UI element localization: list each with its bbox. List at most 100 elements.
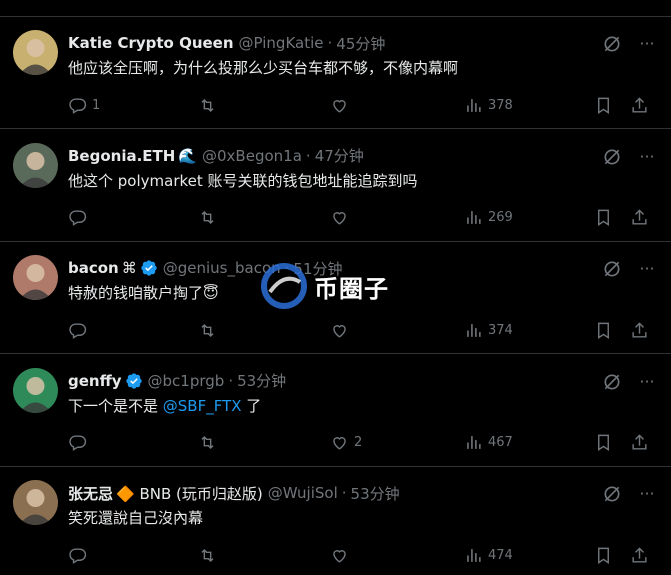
- reply-button[interactable]: [68, 544, 92, 566]
- display-name[interactable]: Begonia.ETH: [68, 147, 175, 165]
- grok-icon[interactable]: [602, 372, 622, 392]
- verified-badge-icon: [125, 372, 143, 390]
- timeline-feed: Katie Crypto Queen @PingKatie · 45分钟 ···…: [0, 0, 671, 575]
- grok-icon[interactable]: [602, 484, 622, 504]
- separator-dot: ·: [341, 484, 347, 502]
- retweet-button[interactable]: [198, 432, 222, 454]
- more-options-icon[interactable]: ···: [637, 484, 657, 504]
- retweet-icon: [201, 98, 214, 112]
- share-button[interactable]: [630, 432, 649, 454]
- grok-icon[interactable]: [602, 147, 622, 167]
- avatar[interactable]: [13, 367, 58, 413]
- tweet-actions: 1 378: [0, 94, 671, 118]
- share-button[interactable]: [630, 319, 649, 341]
- tweet[interactable]: 张无忌 🔶 BNB (玩币归赵版) @WujiSol · 53分钟 ··· 笑死…: [0, 467, 671, 575]
- display-name-extra: 🔶 BNB (玩币归赵版): [116, 484, 263, 503]
- tweet[interactable]: bacon ⌘ @genius_bacon · 51分钟 ··· 特赦的钱咱散户…: [0, 242, 671, 354]
- user-handle[interactable]: @genius_bacon: [163, 259, 281, 277]
- tweet-header: Katie Crypto Queen @PingKatie · 45分钟: [68, 32, 601, 54]
- heart-icon: [333, 212, 346, 225]
- bookmark-icon: [598, 97, 609, 114]
- tweet-text: 他应该全压啊，为什么投那么少买台车都不够，不像内幕啊: [68, 57, 631, 79]
- tweet-text-content: 他这个 polymarket 账号关联的钱包地址能追踪到吗: [68, 171, 418, 190]
- timestamp[interactable]: 45分钟: [336, 33, 385, 54]
- share-icon: [632, 209, 647, 225]
- like-button[interactable]: [330, 544, 354, 566]
- reply-icon: [69, 322, 87, 339]
- views-button[interactable]: 467: [464, 432, 513, 454]
- reply-icon: [69, 547, 87, 564]
- view-count: 467: [488, 435, 513, 450]
- reply-icon: [69, 97, 87, 114]
- timestamp[interactable]: 51分钟: [293, 258, 342, 279]
- share-icon: [632, 321, 647, 338]
- display-name[interactable]: genffy: [68, 372, 122, 390]
- more-options-icon[interactable]: ···: [637, 34, 657, 54]
- retweet-icon: [201, 435, 214, 450]
- retweet-button[interactable]: [198, 207, 222, 229]
- like-button[interactable]: 2: [330, 432, 362, 454]
- avatar[interactable]: [13, 30, 58, 75]
- user-handle[interactable]: @0xBegon1a: [202, 147, 302, 165]
- share-button[interactable]: [630, 207, 649, 229]
- retweet-button[interactable]: [198, 319, 222, 341]
- views-button[interactable]: 374: [464, 319, 513, 341]
- avatar[interactable]: [13, 255, 58, 300]
- grok-icon[interactable]: [602, 259, 622, 279]
- share-icon: [632, 546, 647, 563]
- bookmark-button[interactable]: [594, 207, 613, 229]
- display-name[interactable]: 张无忌: [68, 483, 113, 504]
- avatar[interactable]: [13, 142, 58, 188]
- analytics-icon: [467, 98, 481, 112]
- tweet-text-suffix: 了: [241, 396, 262, 415]
- tweet-header: genffy @bc1prgb · 53分钟: [68, 370, 601, 392]
- more-options-icon[interactable]: ···: [637, 259, 657, 279]
- display-name[interactable]: bacon: [68, 259, 119, 277]
- view-count: 378: [488, 97, 513, 113]
- reply-button[interactable]: [68, 207, 92, 229]
- bookmark-icon: [598, 322, 609, 339]
- views-button[interactable]: 269: [464, 207, 513, 229]
- bookmark-button[interactable]: [594, 544, 613, 566]
- share-button[interactable]: [630, 94, 649, 116]
- bookmark-button[interactable]: [594, 94, 613, 116]
- tweet[interactable]: genffy @bc1prgb · 53分钟 ··· 下一个是不是 @SBF_F…: [0, 355, 671, 467]
- grok-icon[interactable]: [602, 34, 622, 54]
- reply-button[interactable]: [68, 432, 92, 454]
- like-button[interactable]: [330, 207, 354, 229]
- user-handle[interactable]: @WujiSol: [268, 484, 338, 502]
- tweet-text: 下一个是不是 @SBF_FTX 了: [68, 395, 631, 417]
- retweet-button[interactable]: [198, 94, 222, 116]
- separator-dot: ·: [327, 34, 333, 52]
- tweet[interactable]: Katie Crypto Queen @PingKatie · 45分钟 ···…: [0, 17, 671, 129]
- timestamp[interactable]: 47分钟: [315, 145, 364, 166]
- share-icon: [632, 434, 647, 450]
- views-button[interactable]: 474: [464, 544, 513, 566]
- retweet-button[interactable]: [198, 544, 222, 566]
- timestamp[interactable]: 53分钟: [237, 370, 286, 391]
- tweet-header: bacon ⌘ @genius_bacon · 51分钟: [68, 257, 601, 279]
- view-count: 374: [488, 322, 513, 338]
- reply-button[interactable]: [68, 319, 92, 341]
- analytics-icon: [467, 548, 481, 562]
- like-button[interactable]: [330, 319, 354, 341]
- reply-button[interactable]: 1: [68, 94, 100, 116]
- user-handle[interactable]: @PingKatie: [239, 34, 324, 52]
- separator-dot: ·: [305, 146, 311, 165]
- avatar[interactable]: [13, 480, 58, 525]
- bookmark-icon: [598, 209, 609, 226]
- share-button[interactable]: [630, 544, 649, 566]
- display-name[interactable]: Katie Crypto Queen: [68, 34, 234, 52]
- bookmark-button[interactable]: [594, 432, 613, 454]
- more-options-icon[interactable]: ···: [637, 147, 657, 167]
- tweet-actions: 474: [0, 544, 671, 568]
- tweet[interactable]: Begonia.ETH 🌊 @0xBegon1a · 47分钟 ··· 他这个 …: [0, 130, 671, 242]
- heart-icon: [333, 99, 346, 113]
- like-button[interactable]: [330, 94, 354, 116]
- user-handle[interactable]: @bc1prgb: [148, 372, 225, 390]
- mention-link[interactable]: @SBF_FTX: [163, 397, 242, 415]
- views-button[interactable]: 378: [464, 94, 513, 116]
- timestamp[interactable]: 53分钟: [351, 483, 400, 504]
- more-options-icon[interactable]: ···: [637, 372, 657, 392]
- bookmark-button[interactable]: [594, 319, 613, 341]
